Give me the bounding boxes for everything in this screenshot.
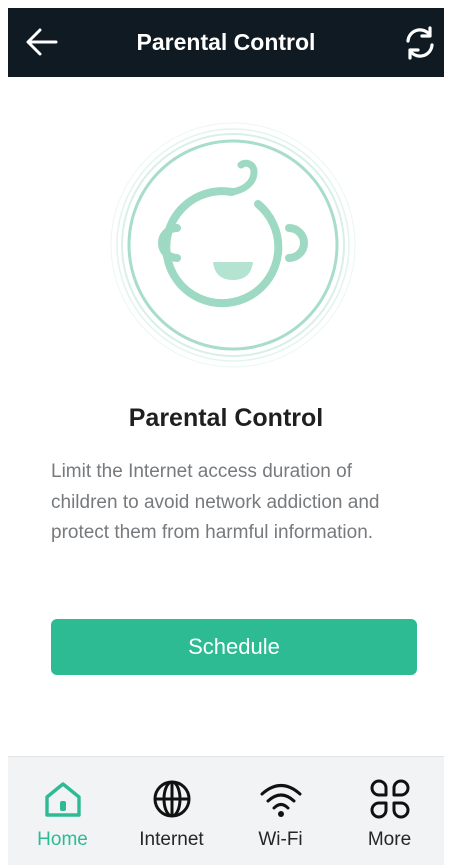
baby-face-icon xyxy=(110,122,356,368)
bottom-tab-bar: Home Internet Wi-Fi More xyxy=(8,756,444,865)
tab-internet[interactable]: Internet xyxy=(117,757,226,865)
page-title: Parental Control xyxy=(136,29,316,55)
hero-illustration xyxy=(108,120,358,370)
tab-home[interactable]: Home xyxy=(8,757,117,865)
tab-more[interactable]: More xyxy=(335,757,444,865)
globe-icon xyxy=(153,780,191,818)
more-grid-icon xyxy=(370,779,410,819)
tab-internet-label: Internet xyxy=(139,829,204,850)
tab-wifi[interactable]: Wi-Fi xyxy=(226,757,335,865)
feature-title: Parental Control xyxy=(128,404,324,432)
schedule-button[interactable]: Schedule xyxy=(51,619,417,675)
home-icon xyxy=(45,782,81,817)
header-bar: Parental Control xyxy=(8,8,444,77)
refresh-button[interactable] xyxy=(402,26,438,60)
refresh-icon xyxy=(406,26,434,60)
app-screen: Parental Control Parental Control Limit … xyxy=(8,8,444,865)
tab-wifi-label: Wi-Fi xyxy=(258,829,303,850)
feature-description: Limit the Internet access duration of ch… xyxy=(51,461,380,543)
tab-home-label: Home xyxy=(37,829,88,850)
wifi-icon xyxy=(260,784,302,817)
tab-more-label: More xyxy=(367,829,412,850)
